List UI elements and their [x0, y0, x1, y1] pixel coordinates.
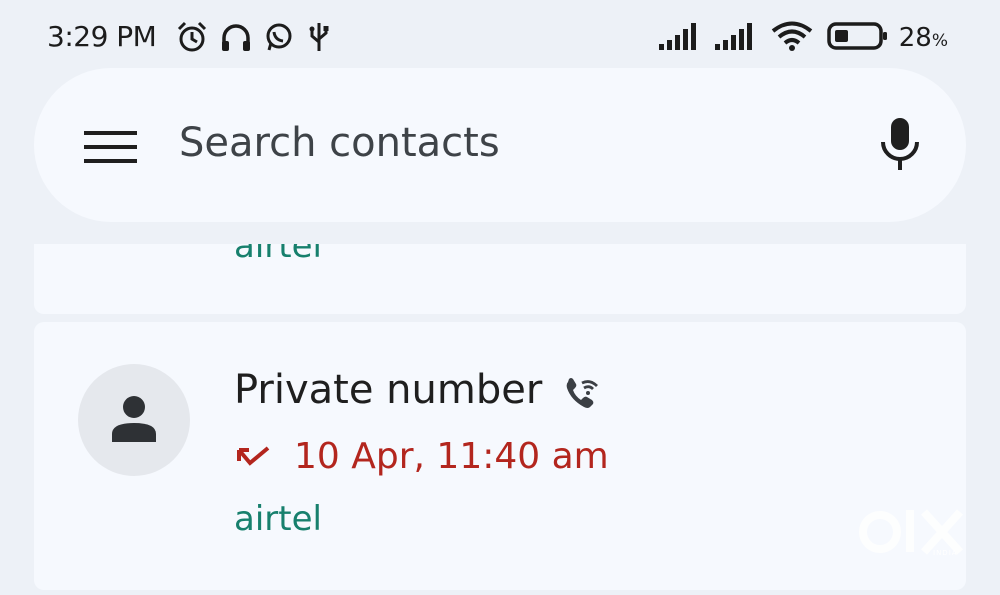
wifi-call-icon — [562, 374, 602, 418]
status-icons-right: 28% — [658, 20, 948, 56]
carrier-label: airtel — [234, 244, 322, 266]
status-time: 3:29 PM — [47, 20, 157, 53]
call-log-entry[interactable]: Private number 10 Apr, 11:40 am airtel — [34, 322, 966, 590]
wifi-icon — [771, 20, 813, 56]
search-bar[interactable]: Search contacts — [34, 68, 966, 222]
search-input[interactable]: Search contacts — [179, 120, 500, 166]
signal-icon — [658, 21, 701, 55]
battery-icon — [827, 21, 889, 55]
whatsapp-icon — [263, 21, 295, 57]
status-bar: 3:29 PM 28% — [0, 0, 1000, 70]
missed-call-icon — [236, 444, 272, 478]
signal-icon — [714, 21, 757, 55]
mic-icon[interactable] — [877, 116, 923, 172]
person-icon — [112, 396, 156, 442]
battery-percent: 28% — [898, 23, 948, 53]
call-timestamp: 10 Apr, 11:40 am — [294, 436, 609, 477]
alarm-icon — [175, 20, 209, 58]
status-icons-left — [175, 20, 333, 58]
avatar[interactable] — [78, 364, 190, 476]
usb-icon — [305, 20, 333, 58]
menu-icon[interactable] — [84, 131, 137, 163]
contact-name: Private number — [234, 367, 543, 413]
headphones-icon — [219, 20, 253, 58]
watermark-subtext: INDIA — [933, 549, 958, 557]
call-log-entry-previous[interactable]: airtel — [34, 244, 966, 314]
carrier-label: airtel — [234, 499, 322, 539]
